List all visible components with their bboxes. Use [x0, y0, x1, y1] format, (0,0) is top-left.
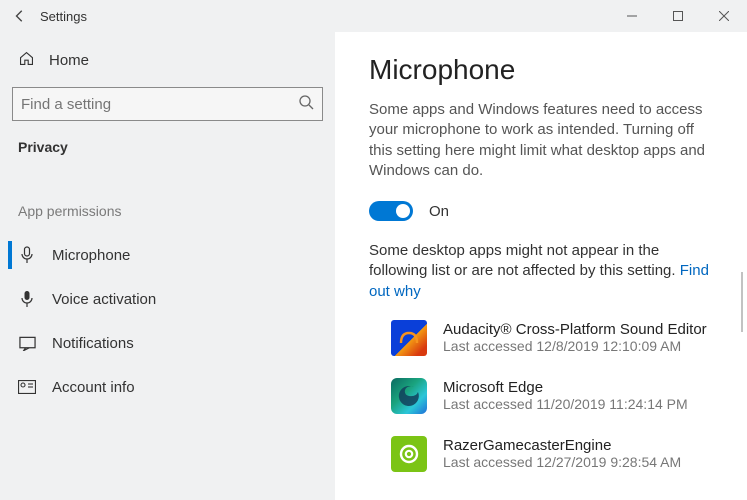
sidebar-item-account-info[interactable]: Account info [8, 365, 327, 409]
sidebar-item-label: Notifications [52, 335, 134, 352]
notifications-icon [18, 336, 36, 351]
app-icon-edge [391, 378, 427, 414]
app-row: RazerGamecasterEngine Last accessed 12/2… [391, 436, 713, 472]
description-text: Some apps and Windows features need to a… [369, 100, 713, 181]
minimize-button[interactable] [609, 0, 655, 32]
search-input[interactable] [21, 96, 298, 113]
minimize-icon [627, 11, 637, 21]
app-name: Audacity® Cross-Platform Sound Editor [443, 321, 707, 338]
note-text: Some desktop apps might not appear in th… [369, 241, 713, 302]
app-row: Microsoft Edge Last accessed 11/20/2019 … [391, 378, 713, 414]
microphone-icon [18, 246, 36, 264]
app-last-accessed: Last accessed 12/8/2019 12:10:09 AM [443, 338, 707, 354]
content-pane: Microphone Some apps and Windows feature… [335, 32, 747, 500]
sidebar-item-notifications[interactable]: Notifications [8, 321, 327, 365]
scrollbar[interactable] [737, 32, 747, 500]
account-icon [18, 380, 36, 394]
home-link[interactable]: Home [8, 42, 327, 79]
app-name: RazerGamecasterEngine [443, 437, 681, 454]
app-row: Audacity® Cross-Platform Sound Editor La… [391, 320, 713, 356]
titlebar: Settings [0, 0, 747, 32]
section-label: Privacy [8, 135, 327, 173]
sidebar-item-label: Account info [52, 379, 135, 396]
home-label: Home [49, 52, 89, 69]
app-name: Microsoft Edge [443, 379, 688, 396]
sub-section-label: App permissions [8, 173, 327, 233]
search-input-container[interactable] [12, 87, 323, 121]
app-last-accessed: Last accessed 12/27/2019 9:28:54 AM [443, 454, 681, 470]
sidebar: Home Privacy App permissions Microphone [0, 32, 335, 500]
maximize-icon [673, 11, 683, 21]
app-last-accessed: Last accessed 11/20/2019 11:24:14 PM [443, 396, 688, 412]
scrollbar-thumb[interactable] [741, 272, 743, 332]
close-icon [719, 11, 729, 21]
search-icon [298, 94, 314, 115]
sidebar-item-label: Microphone [52, 247, 130, 264]
voice-icon [18, 290, 36, 308]
microphone-toggle[interactable] [369, 201, 413, 221]
sidebar-item-label: Voice activation [52, 291, 156, 308]
arrow-left-icon [13, 9, 27, 23]
app-icon-audacity [391, 320, 427, 356]
sidebar-item-microphone[interactable]: Microphone [8, 233, 327, 277]
toggle-state-label: On [429, 203, 449, 220]
maximize-button[interactable] [655, 0, 701, 32]
sidebar-item-voice-activation[interactable]: Voice activation [8, 277, 327, 321]
close-button[interactable] [701, 0, 747, 32]
page-title: Microphone [369, 54, 713, 86]
toggle-knob [396, 204, 410, 218]
app-icon-razer [391, 436, 427, 472]
home-icon [18, 50, 35, 71]
back-button[interactable] [0, 0, 40, 32]
window-title: Settings [40, 9, 87, 24]
